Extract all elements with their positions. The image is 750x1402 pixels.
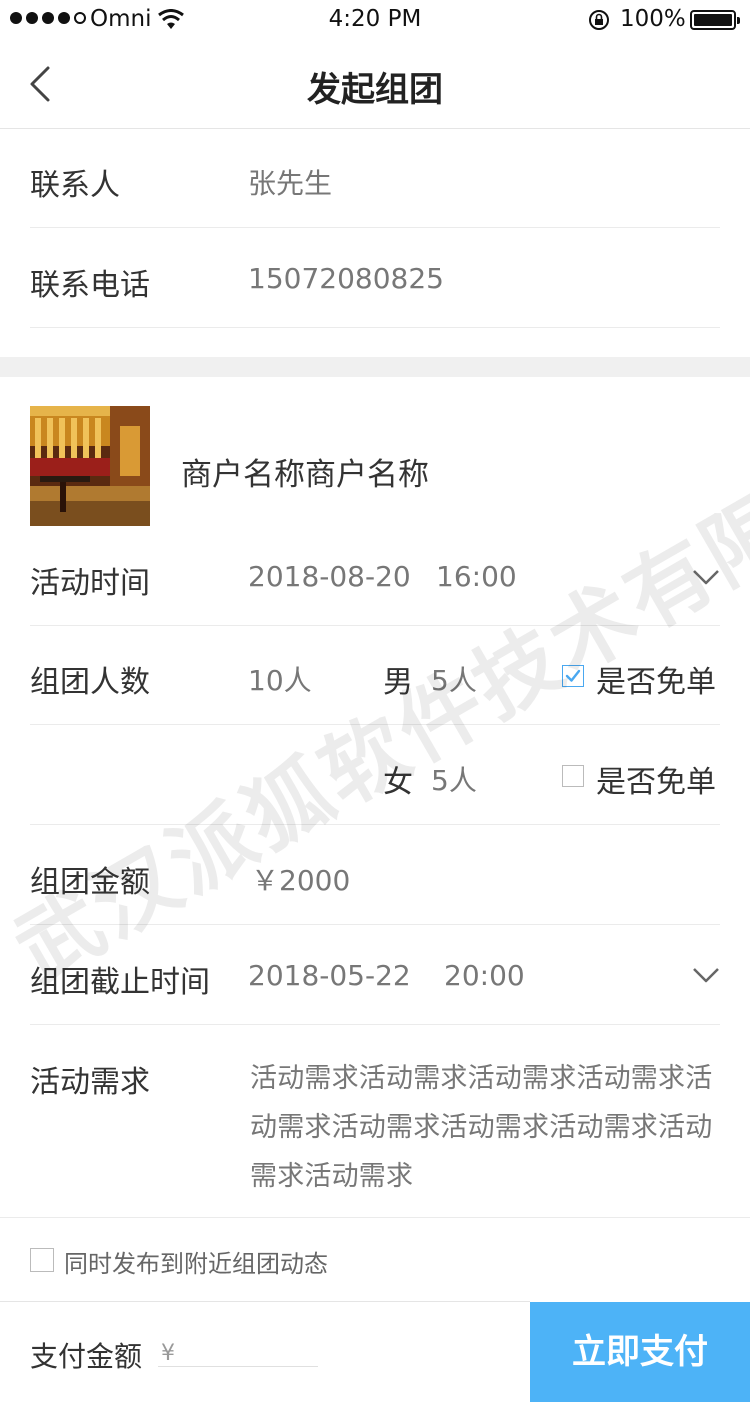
divider [30, 824, 720, 825]
battery-percent: 100% [620, 6, 686, 32]
merchant-thumbnail [30, 406, 150, 526]
footer-divider [0, 1301, 530, 1302]
publish-checkbox[interactable] [30, 1248, 54, 1272]
deadline-time[interactable]: 20:00 [444, 959, 525, 992]
check-icon [565, 669, 581, 682]
activity-date[interactable]: 2018-08-20 [248, 560, 411, 593]
group-size-label: 组团人数 [30, 665, 150, 700]
amount-value[interactable]: ￥2000 [251, 859, 350, 899]
female-free-checkbox[interactable] [562, 765, 584, 787]
pay-amount-label: 支付金额 [30, 1340, 143, 1373]
male-label: 男 [383, 665, 413, 700]
male-free-label[interactable]: 是否免单 [596, 657, 716, 701]
group-size-total[interactable]: 10人 [248, 659, 312, 699]
activity-time[interactable]: 16:00 [436, 560, 517, 593]
chevron-down-icon[interactable] [692, 568, 720, 586]
activity-time-label: 活动时间 [30, 566, 150, 601]
male-count[interactable]: 5人 [431, 659, 477, 699]
contact-phone-value[interactable]: 15072080825 [248, 262, 444, 295]
publish-label[interactable]: 同时发布到附近组团动态 [64, 1244, 328, 1279]
male-free-checkbox[interactable] [562, 665, 584, 687]
requirement-text[interactable]: 活动需求活动需求活动需求活动需求活动需求活动需求活动需求活动需求活动需求活动需求 [250, 1054, 722, 1201]
divider [30, 625, 720, 626]
requirement-label: 活动需求 [30, 1065, 150, 1100]
pay-currency: ¥ [161, 1341, 175, 1366]
pay-now-button[interactable]: 立即支付 [530, 1302, 750, 1402]
divider [30, 1024, 720, 1025]
section-gap [0, 357, 750, 377]
chevron-down-icon[interactable] [692, 966, 720, 984]
divider [30, 327, 720, 328]
divider [0, 1217, 750, 1218]
divider [30, 924, 720, 925]
page-title: 发起组团 [307, 70, 443, 110]
nav-bar: 发起组团 [0, 40, 750, 129]
contact-phone-label: 联系电话 [30, 268, 150, 303]
pay-amount-input[interactable] [158, 1366, 318, 1367]
divider [30, 227, 720, 228]
female-label: 女 [383, 765, 413, 800]
amount-label: 组团金额 [30, 865, 150, 900]
female-count[interactable]: 5人 [431, 759, 477, 799]
merchant-name: 商户名称商户名称 [181, 457, 429, 493]
deadline-date[interactable]: 2018-05-22 [248, 959, 411, 992]
contact-name-label: 联系人 [30, 168, 120, 203]
battery-icon [690, 10, 740, 30]
rotation-lock-icon [589, 10, 609, 30]
deadline-label: 组团截止时间 [30, 965, 210, 1000]
divider [30, 724, 720, 725]
status-bar: Omni 4:20 PM 100% [0, 0, 750, 40]
contact-name-value[interactable]: 张先生 [248, 162, 332, 202]
female-free-label[interactable]: 是否免单 [596, 757, 716, 801]
